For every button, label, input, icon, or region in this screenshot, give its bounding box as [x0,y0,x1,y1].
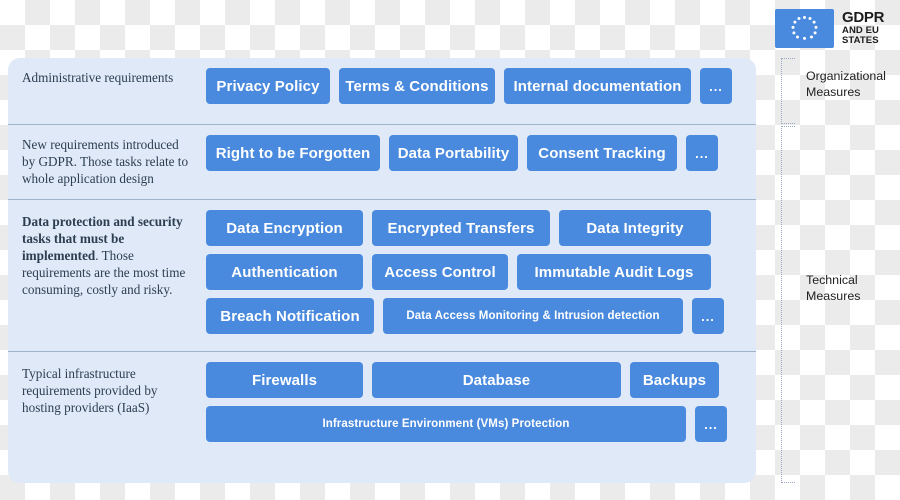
section-new-gdpr-requirements: New requirements introduced by GDPR. Tho… [8,124,756,199]
gdpr-logo: GDPR AND EU STATES [775,6,895,50]
button-breach-notification[interactable]: Breach Notification [206,298,374,334]
button-more-new-gdpr[interactable]: ... [686,135,718,171]
button-row: Breach Notification Data Access Monitori… [206,298,748,334]
section-buttons-data-protection: Data Encryption Encrypted Transfers Data… [206,200,756,344]
button-encrypted-transfers[interactable]: Encrypted Transfers [372,210,550,246]
button-firewalls[interactable]: Firewalls [206,362,363,398]
bracket-organizational-measures [781,58,795,124]
label-organizational-line1: Organizational [806,69,886,83]
gdpr-logo-text: GDPR AND EU STATES [842,10,884,46]
button-access-control[interactable]: Access Control [372,254,508,290]
button-consent-tracking[interactable]: Consent Tracking [527,135,677,171]
button-internal-documentation[interactable]: Internal documentation [504,68,691,104]
button-backups[interactable]: Backups [630,362,719,398]
section-label-administrative: Administrative requirements [22,70,174,85]
button-infrastructure-environment-protection[interactable]: Infrastructure Environment (VMs) Protect… [206,406,686,442]
gdpr-title: GDPR [842,8,885,26]
section-data-protection: Data protection and security tasks that … [8,199,756,351]
button-row: Firewalls Database Backups [206,362,748,398]
button-data-portability[interactable]: Data Portability [389,135,518,171]
section-administrative: Administrative requirements Privacy Poli… [8,58,756,124]
button-row: Right to be Forgotten Data Portability C… [206,135,748,171]
section-label-data-protection: Data protection and security tasks that … [8,200,206,310]
section-infrastructure: Typical infrastructure requirements prov… [8,351,756,482]
gdpr-requirements-panel: Administrative requirements Privacy Poli… [8,58,756,483]
button-more-infrastructure[interactable]: ... [695,406,727,442]
button-data-encryption[interactable]: Data Encryption [206,210,363,246]
section-label-new-gdpr-requirements: New requirements introduced by GDPR. Tho… [22,137,189,186]
section-buttons-infrastructure: Firewalls Database Backups Infrastructur… [206,352,756,452]
label-technical-line2: Measures [806,289,861,304]
section-buttons-administrative: Privacy Policy Terms & Conditions Intern… [206,58,756,114]
button-immutable-audit-logs[interactable]: Immutable Audit Logs [517,254,711,290]
button-database[interactable]: Database [372,362,621,398]
button-more-data-protection[interactable]: ... [692,298,724,334]
button-data-access-monitoring[interactable]: Data Access Monitoring & Intrusion detec… [383,298,683,334]
label-technical-measures: Technical Measures [806,272,900,305]
button-terms-conditions[interactable]: Terms & Conditions [339,68,495,104]
gdpr-subtitle-2: STATES [842,34,879,46]
eu-flag-icon [775,8,834,48]
button-row: Data Encryption Encrypted Transfers Data… [206,210,748,246]
button-row: Authentication Access Control Immutable … [206,254,748,290]
label-organizational-line2: Measures [806,85,861,100]
bracket-technical-measures [781,126,795,483]
button-right-to-be-forgotten[interactable]: Right to be Forgotten [206,135,380,171]
button-more-administrative[interactable]: ... [700,68,732,104]
button-authentication[interactable]: Authentication [206,254,363,290]
section-buttons-new-gdpr-requirements: Right to be Forgotten Data Portability C… [206,125,756,181]
button-row: Privacy Policy Terms & Conditions Intern… [206,68,748,104]
button-privacy-policy[interactable]: Privacy Policy [206,68,330,104]
label-organizational-measures: Organizational Measures [806,68,900,101]
button-row: Infrastructure Environment (VMs) Protect… [206,406,748,442]
button-data-integrity[interactable]: Data Integrity [559,210,711,246]
label-technical-line1: Technical [806,273,858,287]
section-label-infrastructure: Typical infrastructure requirements prov… [22,366,158,415]
